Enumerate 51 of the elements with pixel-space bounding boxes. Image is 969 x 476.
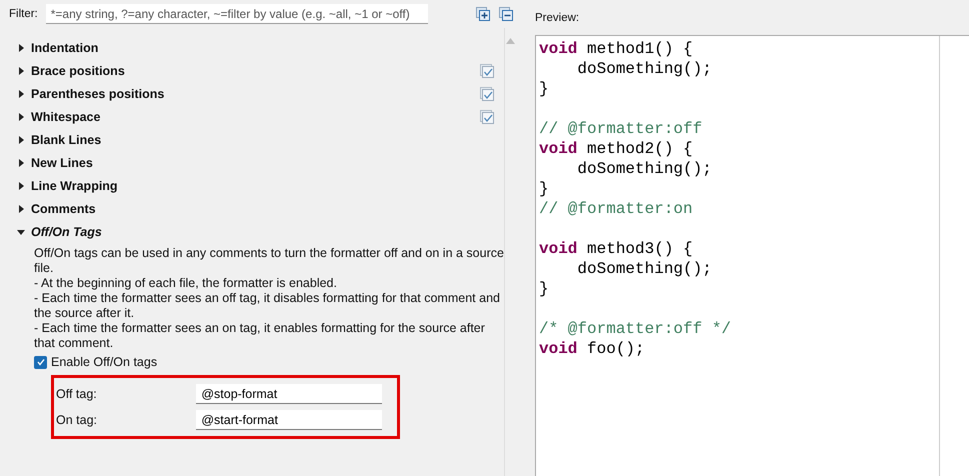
field-label: On tag: xyxy=(56,413,98,427)
checkbox[interactable] xyxy=(34,356,47,368)
section-header[interactable]: Off/On Tags xyxy=(31,224,504,238)
description-text: Off/On tags can be used in any comments to turn the formatter off and on in a source file. xyxy=(34,246,504,276)
collapsed-arrow-icon[interactable] xyxy=(17,182,25,190)
checkmark-icon xyxy=(36,357,46,367)
collapsed-arrow-icon[interactable] xyxy=(17,112,25,120)
expanded-arrow-icon[interactable] xyxy=(17,228,25,236)
code-comment: /* @formatter:off */ xyxy=(539,320,732,338)
collapsed-arrow-icon[interactable] xyxy=(17,136,25,144)
section-header[interactable]: Brace positions xyxy=(31,64,480,78)
collapsed-arrow-icon[interactable] xyxy=(17,158,25,166)
section-header[interactable]: Blank Lines xyxy=(31,132,504,146)
section-header[interactable]: Indentation xyxy=(31,40,504,54)
collapse-all-icon[interactable] xyxy=(498,7,513,21)
code-text: doSomething(); xyxy=(576,60,712,78)
collapsed-arrow-icon[interactable] xyxy=(17,66,25,74)
collapsed-arrow-icon[interactable] xyxy=(17,44,25,52)
section-header[interactable]: Line Wrapping xyxy=(31,178,504,192)
checkbox-label: Enable Off/On tags xyxy=(51,355,158,369)
preview-label: Preview: xyxy=(535,12,580,26)
code-text: } xyxy=(539,180,549,198)
code-text: method1() { xyxy=(586,40,693,58)
keyword-token: void xyxy=(539,240,578,258)
field-label: Off tag: xyxy=(56,387,98,401)
description-text: - Each time the formatter sees an off tag, it disables formatting for that comment and the source after it. xyxy=(34,291,501,321)
filter-label: Filter: xyxy=(9,8,38,20)
code-text: foo(); xyxy=(586,340,645,358)
keyword-token: void xyxy=(539,140,578,158)
code-comment: // @formatter:on xyxy=(539,200,693,218)
collapsed-arrow-icon[interactable] xyxy=(17,204,25,212)
section-header[interactable]: New Lines xyxy=(31,156,504,170)
code-text: method2() { xyxy=(586,140,693,158)
expand-all-icon[interactable] xyxy=(476,7,490,21)
code-text: } xyxy=(539,280,549,298)
collapsed-arrow-icon[interactable] xyxy=(17,90,25,98)
keyword-token: void xyxy=(539,40,578,58)
code-text: doSomething(); xyxy=(576,260,712,278)
input-field[interactable]: @start-format xyxy=(196,410,382,430)
code-text: doSomething(); xyxy=(576,160,712,178)
code-text: } xyxy=(539,80,549,98)
code-comment: // @formatter:off xyxy=(539,120,702,138)
description-text: - At the beginning of each file, the formatter is enabled. xyxy=(34,276,338,291)
code-text: method3() { xyxy=(586,240,693,258)
input-field[interactable]: @stop-format xyxy=(196,384,382,404)
section-header[interactable]: Whitespace xyxy=(31,110,480,124)
keyword-token: void xyxy=(539,340,578,358)
section-header[interactable]: Comments xyxy=(31,202,504,216)
description-text: - Each time the formatter sees an on tag, it enables formatting for the source after that comment. xyxy=(34,321,486,351)
filter-field[interactable]: *=any string, ?=any character, ~=filter by value (e.g. ~all, ~1 or ~off) xyxy=(46,4,428,24)
section-header[interactable]: Parentheses positions xyxy=(31,86,480,100)
